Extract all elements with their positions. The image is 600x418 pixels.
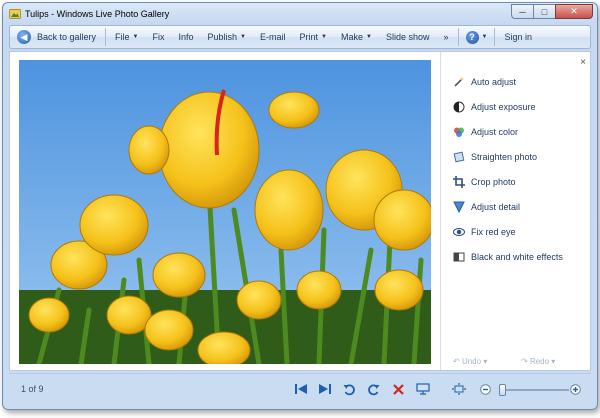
black-white-icon: [453, 252, 465, 262]
zoom-in-icon: [569, 383, 581, 395]
info-button[interactable]: Info: [172, 26, 201, 48]
black-and-white-effects-button[interactable]: Black and white effects: [453, 249, 563, 265]
undo-menu[interactable]: ↶ Undo ▾: [453, 357, 487, 366]
close-fix-pane-button[interactable]: ×: [580, 57, 586, 68]
close-button[interactable]: ✕: [555, 4, 593, 19]
adjust-color-button[interactable]: Adjust color: [453, 124, 518, 140]
minimize-icon: ─: [519, 6, 526, 17]
email-button[interactable]: E-mail: [253, 26, 293, 48]
play-slide-show-button[interactable]: [415, 381, 431, 397]
straighten-icon: [453, 151, 465, 163]
next-button[interactable]: [317, 381, 333, 397]
previous-icon: [295, 384, 307, 394]
delete-icon: [392, 383, 404, 395]
more-commands-button[interactable]: »: [436, 26, 455, 48]
exposure-icon: [453, 101, 465, 113]
color-wheel-icon: [454, 127, 464, 137]
file-menu[interactable]: File ▼: [108, 26, 145, 48]
dropdown-caret-icon: ▼: [132, 34, 139, 40]
adjust-exposure-button[interactable]: Adjust exposure: [453, 99, 536, 115]
sign-in-link[interactable]: Sign in: [497, 26, 539, 48]
previous-button[interactable]: [293, 381, 309, 397]
red-eye-icon: [453, 228, 465, 236]
magic-wand-icon: [454, 77, 464, 87]
photo-count: 1 of 9: [21, 384, 44, 394]
app-window: Tulips - Windows Live Photo Gallery ─ □ …: [2, 2, 598, 410]
photo-gallery-app-icon: [9, 9, 21, 19]
toolbar-separator: [494, 28, 496, 46]
status-bar: 1 of 9: [9, 373, 591, 404]
dropdown-caret-icon: ▾: [483, 357, 488, 366]
detail-icon: [453, 201, 465, 213]
adjust-detail-button[interactable]: Adjust detail: [453, 199, 520, 215]
window-title: Tulips - Windows Live Photo Gallery: [25, 9, 170, 19]
fix-button[interactable]: Fix: [146, 26, 172, 48]
close-icon: ✕: [570, 6, 578, 16]
redo-icon: ↷: [521, 357, 528, 366]
back-to-gallery-button[interactable]: ◀ Back to gallery: [10, 26, 103, 48]
title-bar[interactable]: Tulips - Windows Live Photo Gallery ─ □ …: [3, 3, 597, 25]
dropdown-caret-icon: ▼: [481, 34, 488, 40]
rotate-left-icon: [343, 383, 355, 395]
dropdown-caret-icon: ▾: [551, 357, 556, 366]
actual-size-button[interactable]: [451, 381, 467, 397]
slide-show-icon: [416, 383, 430, 395]
delete-button[interactable]: [390, 381, 406, 397]
crop-photo-button[interactable]: Crop photo: [453, 174, 516, 190]
fit-to-window-icon: [452, 383, 466, 395]
maximize-button[interactable]: □: [533, 4, 555, 19]
zoom-slider[interactable]: [499, 384, 569, 396]
straighten-photo-button[interactable]: Straighten photo: [453, 149, 537, 165]
redo-menu[interactable]: ↷ Redo ▾: [521, 357, 555, 366]
viewer-content: × Auto adjust Adjust exposure Adjust col…: [9, 51, 591, 371]
dropdown-caret-icon: ▼: [366, 34, 372, 40]
tulips-image: [19, 60, 431, 364]
make-menu[interactable]: Make ▼: [334, 26, 379, 48]
help-icon: ?: [465, 30, 479, 44]
help-menu[interactable]: ? ▼: [461, 26, 493, 48]
zoom-out-icon: [479, 383, 491, 395]
zoom-slider-thumb[interactable]: [499, 384, 506, 396]
toolbar-separator: [105, 28, 107, 46]
rotate-clockwise-button[interactable]: [365, 381, 381, 397]
slide-show-button[interactable]: Slide show: [379, 26, 437, 48]
minimize-button[interactable]: ─: [511, 4, 533, 19]
command-toolbar: ◀ Back to gallery File ▼ Fix Info Publish…: [9, 25, 591, 49]
crop-icon: [453, 176, 465, 188]
dropdown-caret-icon: ▼: [240, 34, 246, 40]
rotate-counterclockwise-button[interactable]: [341, 381, 357, 397]
fix-red-eye-button[interactable]: Fix red eye: [453, 224, 516, 240]
rotate-right-icon: [367, 383, 379, 395]
print-menu[interactable]: Print ▼: [293, 26, 334, 48]
publish-menu[interactable]: Publish ▼: [201, 26, 253, 48]
fix-pane: × Auto adjust Adjust exposure Adjust col…: [440, 52, 592, 370]
auto-adjust-button[interactable]: Auto adjust: [453, 74, 516, 90]
next-icon: [319, 384, 331, 394]
dropdown-caret-icon: ▼: [321, 34, 327, 40]
back-arrow-icon: ◀: [17, 30, 31, 44]
toolbar-separator: [457, 28, 459, 46]
photo-tulips[interactable]: [19, 60, 431, 364]
undo-icon: ↶: [453, 357, 460, 366]
maximize-icon: □: [541, 6, 548, 17]
zoom-out-button[interactable]: [477, 381, 493, 397]
zoom-in-button[interactable]: [567, 381, 583, 397]
